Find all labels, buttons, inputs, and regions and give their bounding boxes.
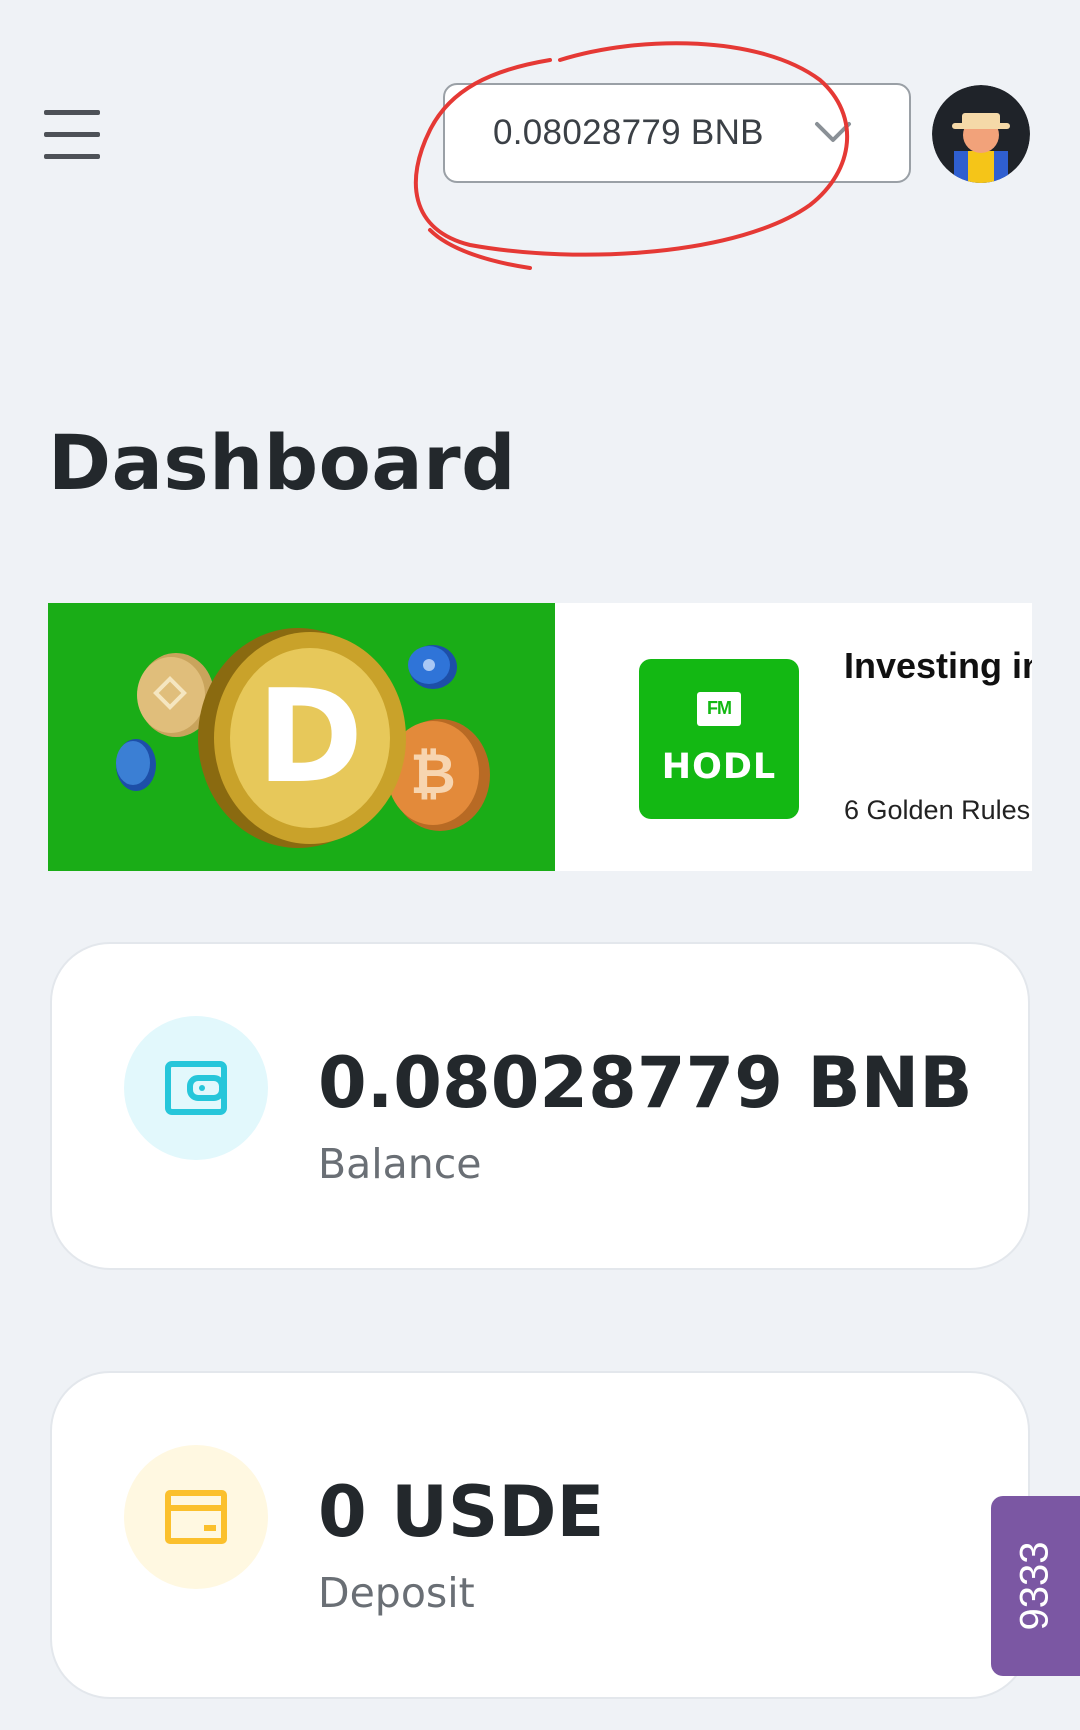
chevron-down-icon xyxy=(815,122,851,142)
fm-badge: FM xyxy=(697,692,741,726)
farmer-avatar-icon xyxy=(932,85,1030,183)
deposit-icon-circle xyxy=(124,1445,268,1589)
deposit-value: 0 USDE xyxy=(318,1471,605,1553)
page-title: Dashboard xyxy=(48,418,516,507)
side-tab-widget[interactable]: 9333 xyxy=(991,1496,1080,1676)
menu-bar xyxy=(44,154,100,159)
menu-bar xyxy=(44,110,100,115)
deposit-label: Deposit xyxy=(318,1569,475,1617)
svg-text:D: D xyxy=(257,663,363,812)
side-tab-label: 9333 xyxy=(1012,1541,1057,1631)
wallet-balance-dropdown[interactable]: 0.08028779 BNB xyxy=(443,83,911,183)
balance-label: Balance xyxy=(318,1140,482,1188)
wallet-balance-value: 0.08028779 BNB xyxy=(493,113,764,152)
menu-bar xyxy=(44,132,100,137)
wallet-icon xyxy=(165,1061,227,1115)
user-avatar[interactable] xyxy=(932,85,1030,183)
promo-banner[interactable]: ₿ D FM HODL Investing in 6 Golden Rules … xyxy=(48,603,1032,871)
credit-card-icon xyxy=(165,1490,227,1544)
deposit-card[interactable]: 0 USDE Deposit xyxy=(50,1371,1030,1699)
hodl-logo-text: HODL xyxy=(661,747,777,787)
svg-text:₿: ₿ xyxy=(410,742,456,807)
crypto-coins-illustration: ₿ D xyxy=(48,603,555,871)
hamburger-menu-icon[interactable] xyxy=(44,108,100,159)
banner-image: ₿ D xyxy=(48,603,555,871)
dogecoin-icon: D xyxy=(198,628,406,848)
balance-icon-circle xyxy=(124,1016,268,1160)
balance-card[interactable]: 0.08028779 BNB Balance xyxy=(50,942,1030,1270)
hodl-logo: FM HODL xyxy=(639,659,799,819)
banner-headline: Investing in xyxy=(844,645,1032,686)
banner-subtext: 6 Golden Rules t xyxy=(844,795,1032,825)
balance-value: 0.08028779 BNB xyxy=(318,1042,973,1124)
